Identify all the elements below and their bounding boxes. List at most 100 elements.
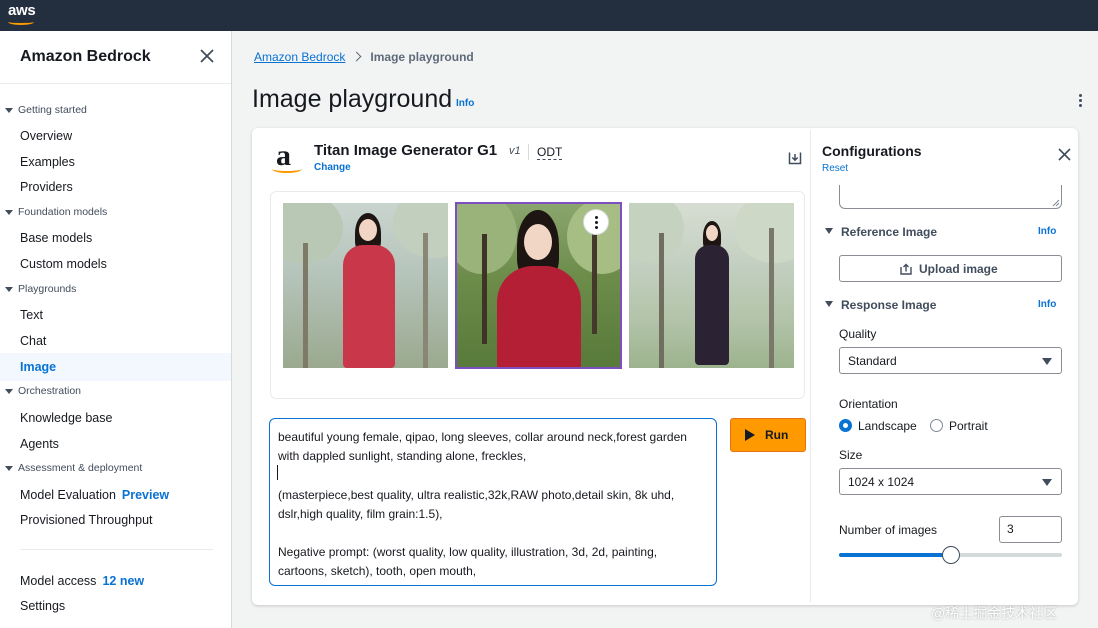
play-icon: [745, 429, 755, 441]
download-icon[interactable]: [788, 151, 802, 165]
section-label: Foundation models: [18, 206, 108, 218]
reset-link[interactable]: Reset: [822, 163, 848, 174]
caret-down-icon: [5, 465, 13, 471]
quality-select[interactable]: Standard: [839, 347, 1062, 374]
sidebar-item-knowledge-base[interactable]: Knowledge base: [20, 411, 112, 425]
model-tag[interactable]: ODT: [537, 145, 563, 160]
caret-down-icon: [5, 286, 13, 292]
tree-trunk: [423, 233, 428, 368]
portrait-label[interactable]: Portrait: [949, 419, 988, 433]
resize-handle-icon[interactable]: [1052, 199, 1060, 207]
sidebar-item-settings[interactable]: Settings: [20, 599, 65, 613]
generated-image-1[interactable]: [283, 203, 448, 368]
section-label: Playgrounds: [18, 283, 77, 295]
sidebar-item-examples[interactable]: Examples: [20, 155, 75, 169]
caret-down-icon: [5, 209, 13, 215]
tree-trunk: [482, 234, 487, 344]
sidebar-item-model-access[interactable]: Model access 12 new: [20, 574, 144, 588]
divider: [20, 549, 213, 550]
text-cursor: [277, 465, 278, 480]
aws-smile-icon: [8, 19, 34, 25]
sidebar-item-model-evaluation[interactable]: Model Evaluation Preview: [20, 488, 169, 502]
number-of-images-label: Number of images: [839, 523, 938, 537]
chevron-right-icon: [351, 51, 362, 62]
sidebar-item-custom-models[interactable]: Custom models: [20, 257, 107, 271]
face: [524, 224, 552, 260]
size-value: 1024 x 1024: [848, 475, 915, 489]
number-of-images-input[interactable]: 3: [999, 516, 1062, 543]
sidebar-item-chat[interactable]: Chat: [20, 334, 46, 348]
new-count-badge[interactable]: 12 new: [102, 574, 144, 588]
size-label: Size: [839, 448, 863, 462]
item-label: Model access: [20, 574, 97, 588]
face: [706, 225, 718, 241]
nav-section-foundation-models[interactable]: Foundation models: [5, 206, 107, 218]
close-icon[interactable]: [198, 47, 216, 65]
prompt-line: beautiful young female, qipao, long slee…: [278, 430, 691, 464]
watermark: @稀土掘金技术社区: [931, 605, 1058, 621]
item-label: Model Evaluation: [20, 488, 116, 502]
preview-badge[interactable]: Preview: [122, 488, 169, 502]
tree-trunk: [659, 233, 664, 368]
quality-value: Standard: [848, 354, 897, 368]
breadcrumb: Amazon Bedrock Image playground: [254, 50, 474, 64]
upload-image-button[interactable]: Upload image: [839, 255, 1062, 282]
generated-image-3[interactable]: [629, 203, 794, 368]
sidebar-item-base-models[interactable]: Base models: [20, 231, 92, 245]
caret-down-icon[interactable]: [825, 228, 833, 234]
caret-down-icon: [1042, 479, 1052, 486]
info-link[interactable]: Info: [1038, 299, 1056, 310]
quality-label: Quality: [839, 327, 877, 341]
slider-fill: [839, 553, 951, 557]
tree-trunk: [592, 224, 597, 334]
info-link[interactable]: Info: [1038, 226, 1056, 237]
more-options-icon[interactable]: [1078, 94, 1084, 110]
sidebar-item-overview[interactable]: Overview: [20, 129, 72, 143]
sidebar-item-provisioned-throughput[interactable]: Provisioned Throughput: [20, 513, 153, 527]
section-label: Assessment & deployment: [18, 462, 143, 474]
nav-section-playgrounds[interactable]: Playgrounds: [5, 283, 76, 295]
breadcrumb-link-bedrock[interactable]: Amazon Bedrock: [254, 50, 345, 64]
foliage: [283, 203, 343, 263]
page-title: Image playground: [252, 85, 453, 113]
caret-down-icon: [5, 107, 13, 113]
aws-logo[interactable]: aws: [8, 2, 38, 28]
dark-qipao: [695, 245, 729, 365]
prompt-line: (masterpiece,best quality, ultra realist…: [278, 487, 678, 521]
portrait-radio[interactable]: [930, 419, 943, 432]
upload-icon: [900, 263, 912, 275]
red-qipao: [497, 266, 581, 367]
response-image-header[interactable]: Response Image: [841, 298, 936, 312]
configurations-title: Configurations: [822, 143, 922, 159]
model-version: v1: [509, 145, 521, 157]
prompt-textarea[interactable]: beautiful young female, qipao, long slee…: [269, 418, 717, 586]
foliage: [629, 203, 684, 263]
nav-section-assessment[interactable]: Assessment & deployment: [5, 462, 142, 474]
section-label: Orchestration: [18, 385, 82, 397]
nav-section-orchestration[interactable]: Orchestration: [5, 385, 81, 397]
tree-trunk: [769, 228, 774, 368]
sidebar-item-text[interactable]: Text: [20, 308, 43, 322]
close-icon[interactable]: [1057, 147, 1072, 162]
image-options-button[interactable]: [583, 209, 609, 235]
landscape-label[interactable]: Landscape: [858, 419, 917, 433]
foliage: [393, 203, 448, 258]
text-field[interactable]: [839, 185, 1062, 209]
caret-down-icon: [5, 388, 13, 394]
divider: [528, 144, 529, 160]
sidebar-item-agents[interactable]: Agents: [20, 437, 59, 451]
upload-label: Upload image: [919, 262, 998, 276]
divider: [0, 83, 231, 84]
landscape-radio[interactable]: [839, 419, 852, 432]
sidebar-item-image[interactable]: Image: [20, 360, 56, 374]
run-button[interactable]: Run: [730, 418, 806, 452]
caret-down-icon[interactable]: [825, 301, 833, 307]
sidebar-item-providers[interactable]: Providers: [20, 180, 73, 194]
reference-image-header[interactable]: Reference Image: [841, 225, 937, 239]
top-navigation-bar: aws: [0, 0, 1098, 31]
size-select[interactable]: 1024 x 1024: [839, 468, 1062, 495]
slider-handle[interactable]: [941, 546, 960, 564]
change-model-link[interactable]: Change: [314, 162, 351, 173]
info-link[interactable]: Info: [456, 98, 474, 109]
nav-section-getting-started[interactable]: Getting started: [5, 104, 87, 116]
